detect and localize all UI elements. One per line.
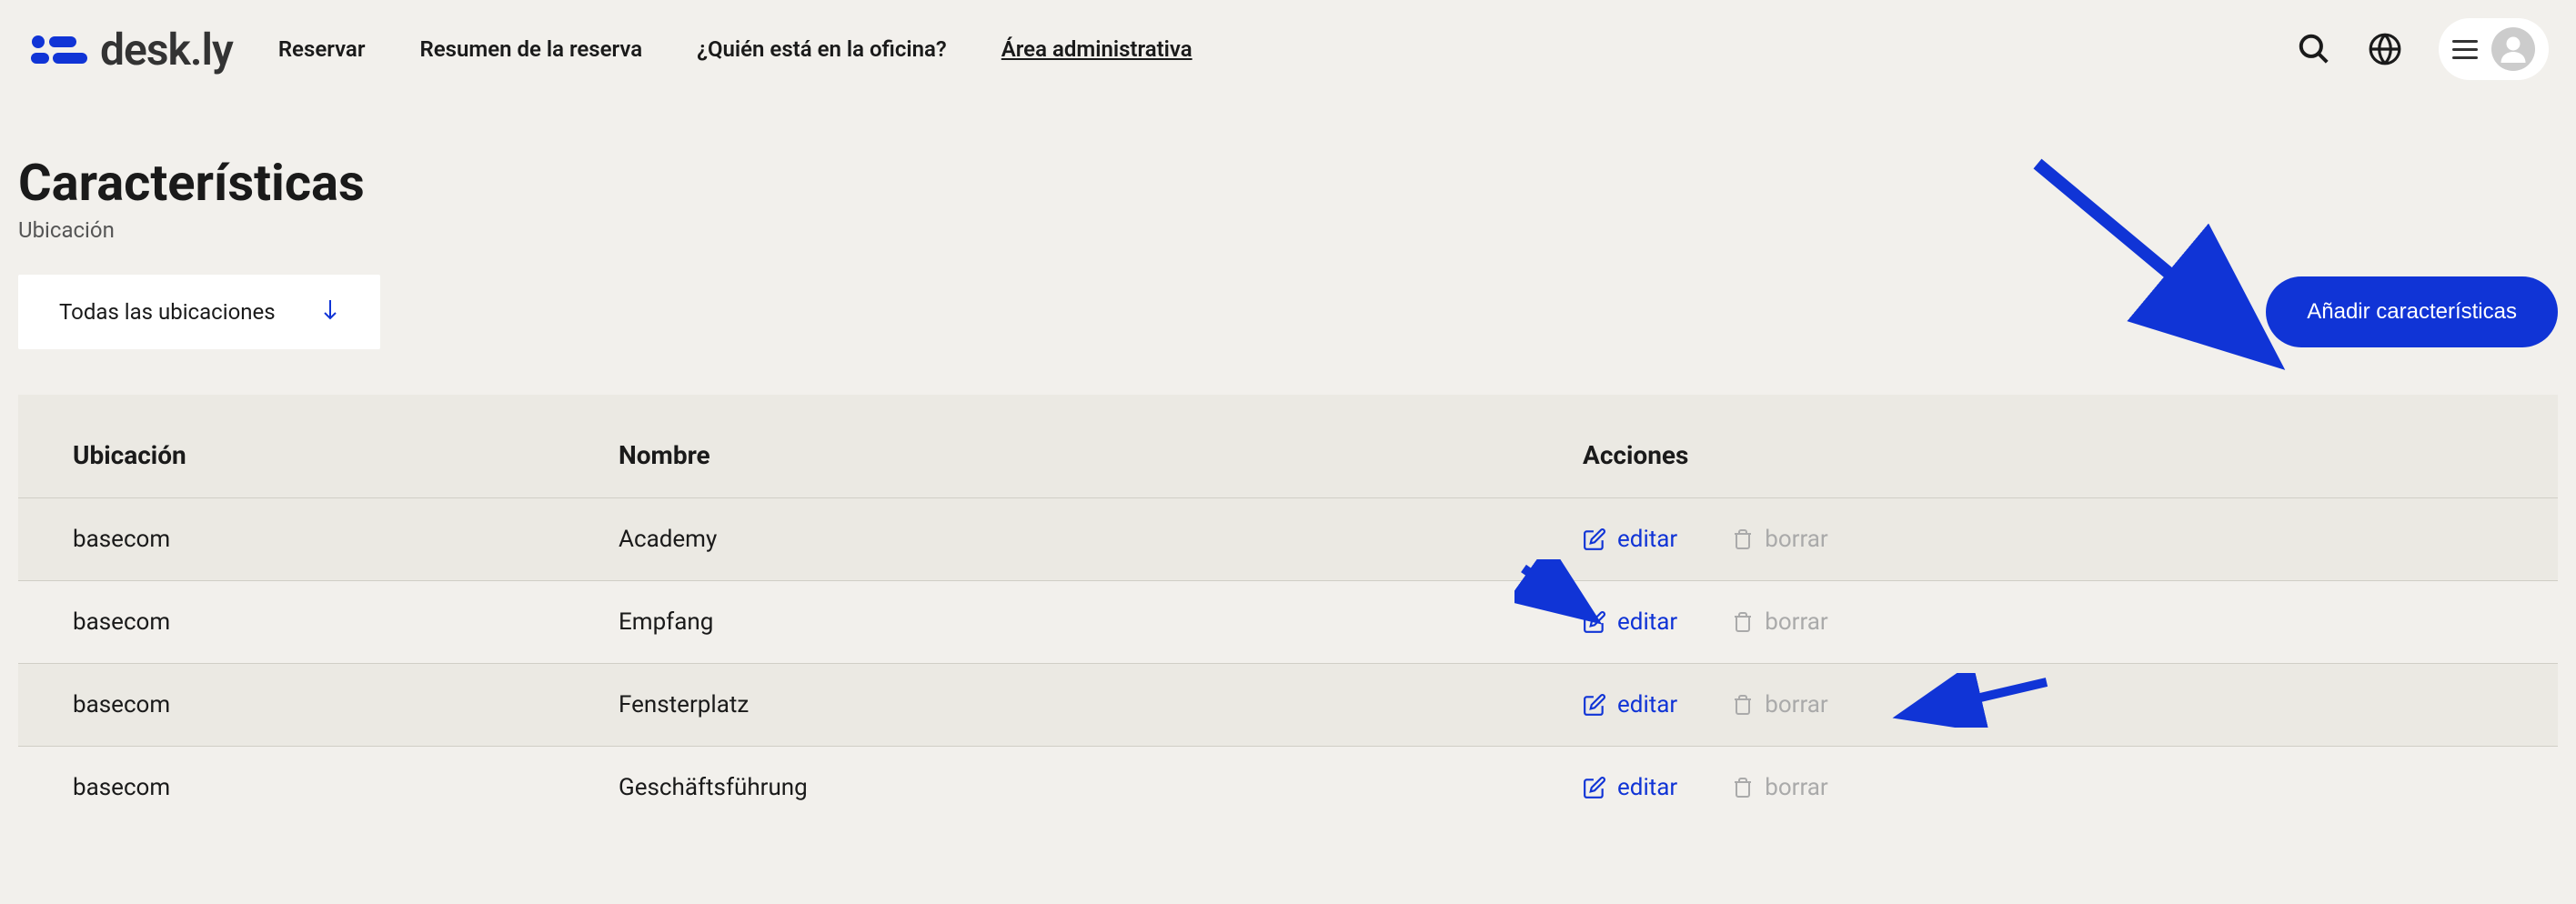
- trash-icon: [1732, 611, 1754, 633]
- main-header: desk.ly Reservar Resumen de la reserva ¿…: [0, 0, 2576, 98]
- nav-area-admin[interactable]: Área administrativa: [1001, 36, 1192, 62]
- table-row: basecom Academy editar: [18, 497, 2558, 580]
- add-characteristics-button[interactable]: Añadir características: [2266, 276, 2558, 347]
- nav-reservar[interactable]: Reservar: [278, 36, 366, 62]
- primary-nav: Reservar Resumen de la reserva ¿Quién es…: [278, 36, 1192, 62]
- edit-icon: [1583, 776, 1606, 799]
- header-right: [2297, 18, 2549, 80]
- cell-location: basecom: [73, 526, 619, 553]
- user-menu[interactable]: [2439, 18, 2549, 80]
- trash-icon: [1732, 694, 1754, 716]
- cell-location: basecom: [73, 691, 619, 718]
- cell-name: Academy: [619, 526, 1583, 553]
- user-icon: [2497, 33, 2530, 65]
- edit-button[interactable]: editar: [1583, 526, 1677, 553]
- globe-icon: [2368, 32, 2402, 66]
- delete-button[interactable]: borrar: [1732, 608, 1828, 636]
- nav-resumen[interactable]: Resumen de la reserva: [419, 36, 642, 62]
- edit-label: editar: [1617, 608, 1677, 636]
- search-icon: [2297, 32, 2331, 66]
- trash-icon: [1732, 777, 1754, 799]
- header-actions: Acciones: [1583, 440, 2503, 470]
- table-row: basecom Geschäftsführung editar: [18, 746, 2558, 829]
- page-content: Características Ubicación Todas las ubic…: [0, 98, 2576, 847]
- cell-location: basecom: [73, 608, 619, 636]
- cell-actions: editar borrar: [1583, 608, 2503, 636]
- menu-icon: [2452, 40, 2478, 59]
- logo-icon: [27, 31, 91, 67]
- brand-logo[interactable]: desk.ly: [27, 24, 233, 75]
- edit-label: editar: [1617, 691, 1677, 718]
- avatar: [2491, 27, 2535, 71]
- search-button[interactable]: [2297, 32, 2331, 66]
- page-subtitle: Ubicación: [18, 217, 2558, 243]
- cell-name: Empfang: [619, 608, 1583, 636]
- table-row: basecom Empfang editar: [18, 580, 2558, 663]
- cell-name: Geschäftsführung: [619, 774, 1583, 801]
- arrow-down-icon: [321, 297, 339, 326]
- trash-icon: [1732, 528, 1754, 550]
- edit-button[interactable]: editar: [1583, 774, 1677, 801]
- edit-label: editar: [1617, 774, 1677, 801]
- delete-label: borrar: [1765, 608, 1828, 636]
- table-row: basecom Fensterplatz editar: [18, 663, 2558, 746]
- edit-icon: [1583, 610, 1606, 634]
- edit-icon: [1583, 693, 1606, 717]
- controls-row: Todas las ubicaciones Añadir característ…: [18, 275, 2558, 349]
- delete-label: borrar: [1765, 526, 1828, 553]
- cell-actions: editar borrar: [1583, 691, 2503, 718]
- delete-button[interactable]: borrar: [1732, 526, 1828, 553]
- table-header: Ubicación Nombre Acciones: [18, 413, 2558, 497]
- cell-actions: editar borrar: [1583, 774, 2503, 801]
- edit-label: editar: [1617, 526, 1677, 553]
- header-name: Nombre: [619, 440, 1583, 470]
- language-button[interactable]: [2368, 32, 2402, 66]
- dropdown-label: Todas las ubicaciones: [59, 299, 276, 325]
- location-filter-dropdown[interactable]: Todas las ubicaciones: [18, 275, 380, 349]
- cell-actions: editar borrar: [1583, 526, 2503, 553]
- nav-quien-oficina[interactable]: ¿Quién está en la oficina?: [697, 36, 947, 62]
- page-title: Características: [18, 153, 2558, 213]
- edit-icon: [1583, 527, 1606, 551]
- header-location: Ubicación: [73, 440, 619, 470]
- delete-button[interactable]: borrar: [1732, 691, 1828, 718]
- cell-location: basecom: [73, 774, 619, 801]
- delete-label: borrar: [1765, 691, 1828, 718]
- cell-name: Fensterplatz: [619, 691, 1583, 718]
- brand-name: desk.ly: [100, 24, 233, 75]
- edit-button[interactable]: editar: [1583, 608, 1677, 636]
- delete-label: borrar: [1765, 774, 1828, 801]
- edit-button[interactable]: editar: [1583, 691, 1677, 718]
- characteristics-table: Ubicación Nombre Acciones basecom Academ…: [18, 395, 2558, 829]
- delete-button[interactable]: borrar: [1732, 774, 1828, 801]
